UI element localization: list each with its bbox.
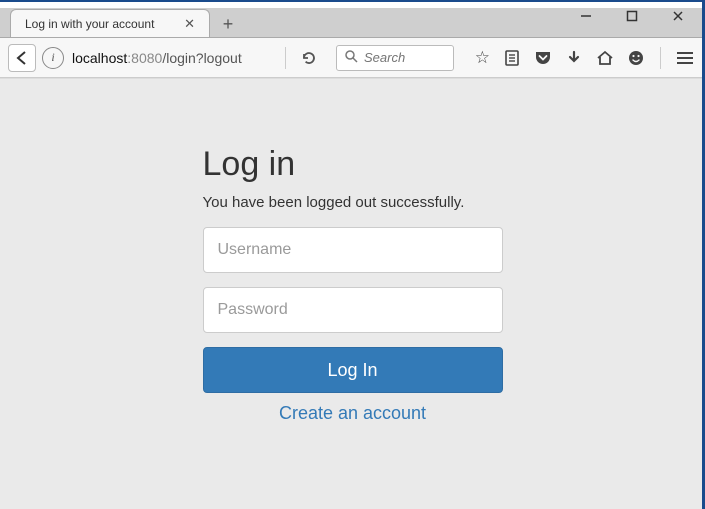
window-close-button[interactable] [655, 4, 701, 28]
window-minimize-button[interactable] [563, 4, 609, 28]
reload-button[interactable] [296, 45, 322, 71]
create-account-link[interactable]: Create an account [203, 403, 503, 424]
login-form: Log in You have been logged out successf… [203, 145, 503, 424]
bookmark-star-icon[interactable]: ☆ [475, 48, 490, 68]
url-bar[interactable]: localhost:8080/login?logout [70, 50, 275, 66]
back-button[interactable] [8, 44, 36, 72]
new-tab-button[interactable]: + [214, 11, 242, 37]
home-icon[interactable] [596, 50, 614, 66]
tab-close-button[interactable]: ✕ [180, 16, 199, 32]
browser-tab[interactable]: Log in with your account ✕ [10, 9, 210, 37]
toolbar-icon-group: ☆ [475, 47, 697, 69]
menu-icon[interactable] [677, 52, 693, 64]
tab-title: Log in with your account [25, 17, 154, 31]
login-button[interactable]: Log In [203, 347, 503, 393]
toolbar-separator [660, 47, 661, 69]
page-content: Log in You have been logged out successf… [0, 78, 705, 509]
url-port: :8080 [127, 50, 162, 66]
downloads-icon[interactable] [566, 50, 582, 66]
username-field[interactable] [203, 227, 503, 273]
toolbar-separator [285, 47, 286, 69]
url-path: /login?logout [162, 50, 241, 66]
search-icon [345, 50, 358, 66]
window-maximize-button[interactable] [609, 4, 655, 28]
search-box[interactable] [336, 45, 454, 71]
logout-message: You have been logged out successfully. [203, 194, 503, 211]
password-field[interactable] [203, 287, 503, 333]
reader-list-icon[interactable] [504, 50, 520, 66]
browser-toolbar: i localhost:8080/login?logout ☆ [0, 38, 705, 78]
site-info-icon[interactable]: i [42, 47, 64, 69]
smiley-icon[interactable] [628, 50, 644, 66]
window-controls [563, 4, 701, 28]
search-input[interactable] [364, 50, 434, 65]
url-host: localhost [72, 50, 127, 66]
page-title: Log in [203, 145, 503, 184]
pocket-icon[interactable] [534, 50, 552, 66]
